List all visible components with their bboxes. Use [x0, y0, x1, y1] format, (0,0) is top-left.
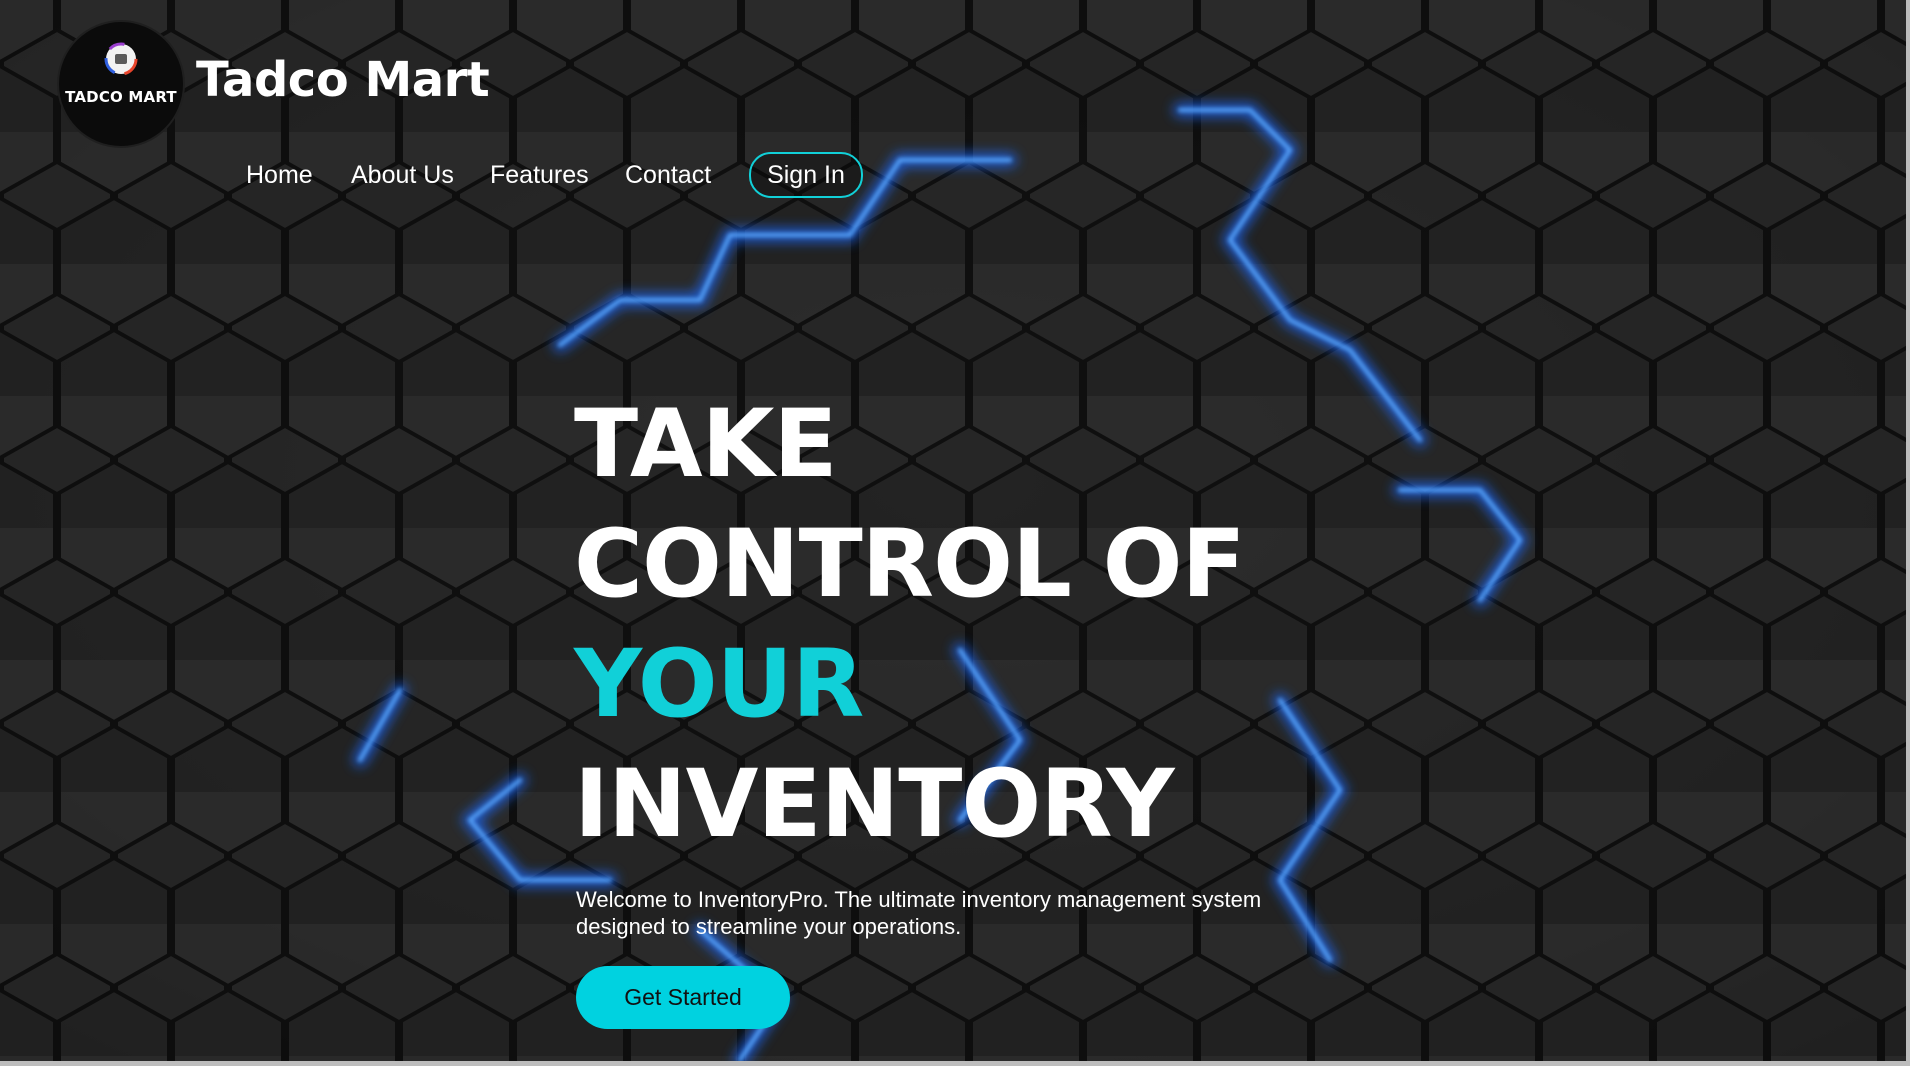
get-started-button[interactable]: Get Started: [576, 966, 790, 1029]
sign-in-button[interactable]: Sign In: [749, 152, 863, 198]
hero-heading-line-1: TAKE: [574, 390, 838, 499]
tadco-logo-icon: [104, 42, 138, 76]
brand-title[interactable]: Tadco Mart: [196, 52, 490, 108]
window-edge-bottom: [0, 1061, 1910, 1066]
hero-heading-line-4: INVENTORY: [574, 750, 1175, 859]
brand-logo-badge[interactable]: TADCO MART: [59, 22, 183, 146]
window-edge-right: [1906, 0, 1910, 1066]
hero-heading-line-2: CONTROL OF: [574, 510, 1246, 619]
hero-heading-highlight: YOUR: [574, 630, 864, 739]
landing-page: TADCO MART Tadco Mart Home About Us Feat…: [0, 0, 1910, 1066]
nav-link-contact[interactable]: Contact: [625, 152, 711, 198]
nav-link-home[interactable]: Home: [246, 152, 313, 198]
nav-link-about-us[interactable]: About Us: [351, 152, 454, 198]
nav-link-features[interactable]: Features: [490, 152, 589, 198]
hero-subtitle: Welcome to InventoryPro. The ultimate in…: [576, 887, 1262, 939]
logo-badge-text: TADCO MART: [65, 88, 177, 106]
